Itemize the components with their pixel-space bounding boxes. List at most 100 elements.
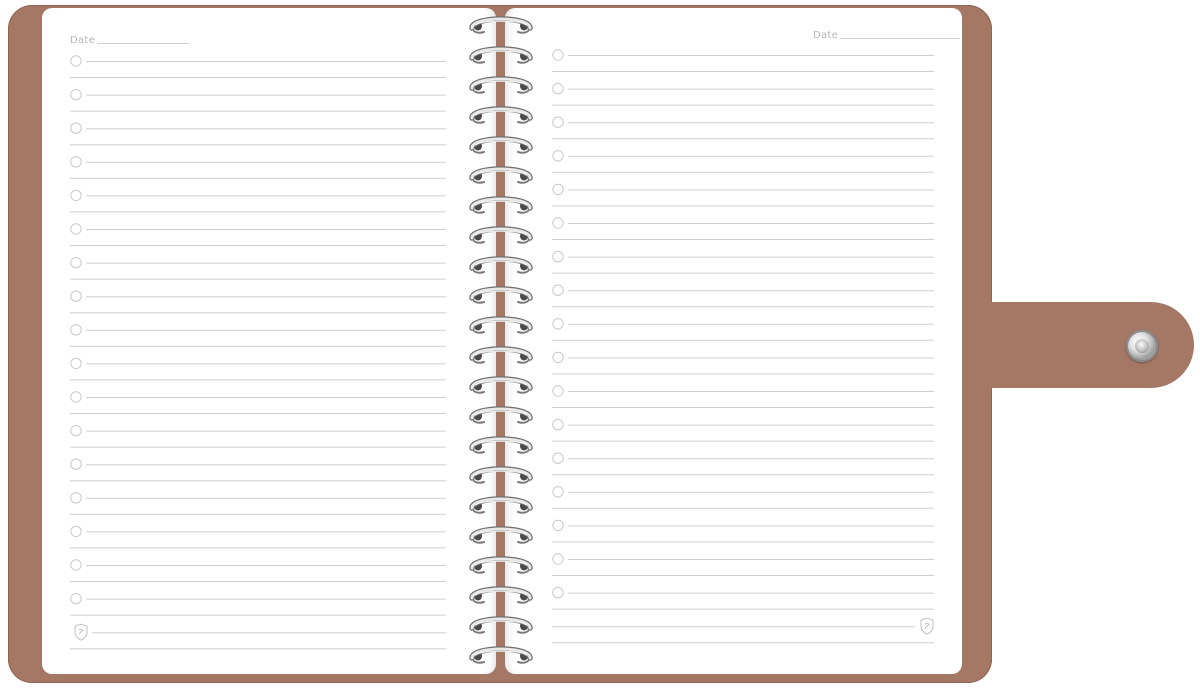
entry-row — [552, 250, 934, 274]
spiral-ring-icon — [469, 76, 533, 94]
checkbox-circle-icon — [552, 452, 564, 464]
spiral-ring-icon — [469, 16, 533, 34]
spiral-ring-icon — [469, 646, 533, 664]
entry-row — [70, 189, 446, 213]
spiral-ring-icon — [469, 376, 533, 394]
checkbox-circle-icon — [552, 82, 564, 95]
spiral-ring-icon — [469, 226, 533, 244]
spiral-ring-icon — [469, 496, 533, 514]
checkbox-circle-icon — [70, 458, 82, 470]
checkbox-circle-icon — [70, 189, 82, 202]
checkbox-circle-icon — [552, 486, 564, 498]
spiral-ring-icon — [469, 616, 533, 634]
entry-row — [552, 183, 934, 207]
closure-strap — [985, 302, 1194, 388]
entry-row — [552, 486, 934, 509]
checkbox-circle-icon — [552, 318, 564, 330]
spiral-ring-icon — [469, 316, 533, 334]
entry-row — [70, 290, 446, 314]
shield-logo-icon — [74, 623, 88, 641]
entry-row — [552, 150, 934, 173]
entry-row — [70, 525, 446, 549]
checkbox-circle-icon — [70, 492, 82, 504]
entry-row — [552, 553, 934, 576]
spiral-ring-icon — [469, 106, 533, 124]
entry-row — [70, 324, 446, 347]
checkbox-circle-icon — [552, 116, 564, 128]
checkbox-circle-icon — [552, 250, 564, 263]
checkbox-circle-icon — [552, 284, 564, 296]
spiral-ring-icon — [469, 466, 533, 484]
spiral-ring-icon — [469, 256, 533, 274]
checkbox-circle-icon — [70, 391, 82, 403]
shield-logo-icon — [920, 617, 934, 635]
spiral-ring-icon — [469, 136, 533, 154]
spiral-binding — [466, 0, 536, 688]
entry-row — [70, 223, 446, 246]
spiral-ring-icon — [469, 586, 533, 604]
checkbox-circle-icon — [552, 519, 564, 532]
spiral-ring-icon — [469, 526, 533, 544]
right-page-rules — [552, 49, 934, 644]
entry-row — [70, 492, 446, 515]
checkbox-circle-icon — [70, 525, 82, 538]
footer-row — [70, 623, 446, 650]
checkbox-circle-icon — [552, 553, 564, 565]
right-page: Date — [505, 8, 962, 674]
checkbox-circle-icon — [552, 586, 564, 599]
checkbox-circle-icon — [552, 49, 564, 61]
entry-row — [70, 592, 446, 616]
spiral-ring-icon — [469, 286, 533, 304]
checkbox-circle-icon — [552, 385, 564, 397]
checkbox-circle-icon — [70, 592, 82, 605]
entry-row — [552, 116, 934, 140]
entry-row — [552, 385, 934, 408]
entry-row — [552, 217, 934, 240]
checkbox-circle-icon — [70, 256, 82, 269]
spiral-ring-icon — [469, 346, 533, 364]
checkbox-circle-icon — [552, 217, 564, 229]
entry-row — [70, 55, 446, 78]
footer-row — [552, 617, 934, 644]
entry-row — [70, 156, 446, 179]
entry-row — [70, 458, 446, 482]
entry-row — [552, 452, 934, 476]
checkbox-circle-icon — [70, 122, 82, 134]
entry-row — [552, 519, 934, 543]
entry-row — [70, 88, 446, 112]
checkbox-circle-icon — [70, 88, 82, 101]
spiral-ring-icon — [469, 406, 533, 424]
spiral-ring-icon — [469, 196, 533, 214]
checkbox-circle-icon — [70, 223, 82, 235]
entry-row — [70, 256, 446, 280]
checkbox-circle-icon — [70, 324, 82, 336]
left-page-rules — [70, 55, 446, 650]
entry-row — [552, 418, 934, 442]
spiral-ring-icon — [469, 436, 533, 454]
entry-row — [70, 357, 446, 381]
checkbox-circle-icon — [552, 150, 564, 162]
entry-row — [552, 82, 934, 106]
snap-button-icon — [1126, 330, 1158, 362]
spiral-notebook: Date Date — [0, 0, 1200, 688]
entry-row — [552, 351, 934, 375]
checkbox-circle-icon — [70, 357, 82, 370]
entry-row — [552, 586, 934, 610]
checkbox-circle-icon — [552, 418, 564, 431]
left-page: Date — [42, 8, 496, 674]
checkbox-circle-icon — [70, 156, 82, 168]
checkbox-circle-icon — [70, 559, 82, 571]
entry-row — [70, 559, 446, 582]
spiral-ring-icon — [469, 556, 533, 574]
checkbox-circle-icon — [70, 55, 82, 67]
entry-row — [552, 284, 934, 308]
entry-row — [70, 391, 446, 414]
entry-row — [70, 424, 446, 448]
checkbox-circle-icon — [552, 351, 564, 364]
checkbox-circle-icon — [552, 183, 564, 196]
spiral-ring-icon — [469, 166, 533, 184]
checkbox-circle-icon — [70, 424, 82, 437]
entry-row — [70, 122, 446, 146]
entry-row — [552, 318, 934, 341]
spiral-ring-icon — [469, 46, 533, 64]
